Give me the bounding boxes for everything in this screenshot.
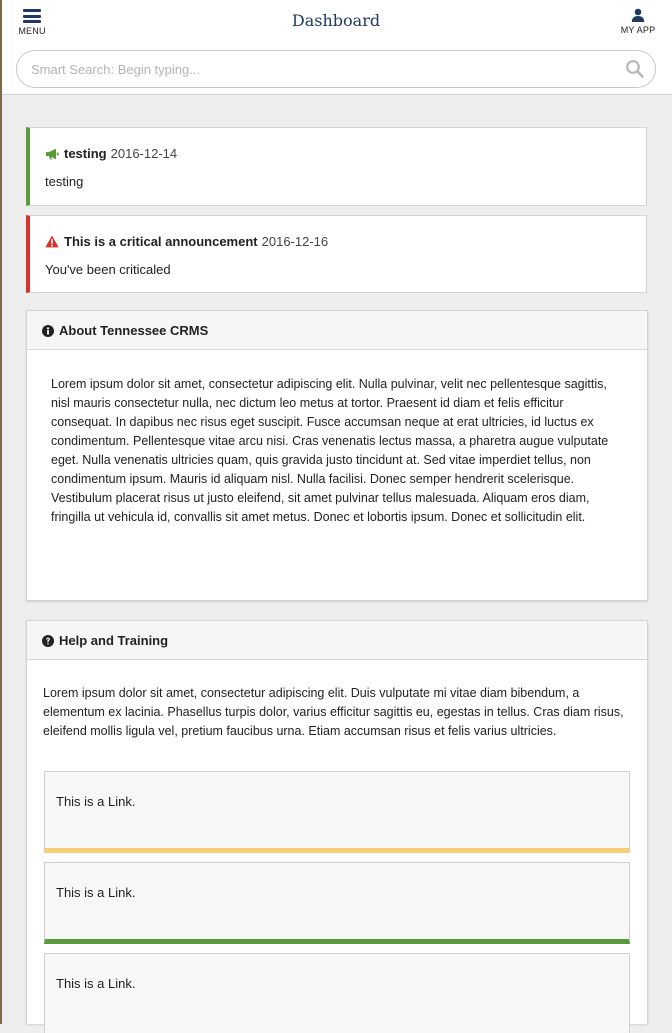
help-text: Lorem ipsum dolor sit amet, consectetur … — [43, 686, 624, 738]
search-input[interactable] — [31, 51, 611, 87]
help-link-label[interactable]: This is a Link. — [56, 976, 135, 991]
announcement-title: testing — [64, 146, 107, 161]
announcement-title: This is a critical announcement — [64, 234, 258, 249]
announcement-date: 2016-12-16 — [261, 234, 329, 249]
about-panel-header: About Tennessee CRMS — [27, 311, 647, 350]
info-circle-icon — [42, 325, 54, 337]
search-box — [16, 50, 656, 88]
help-panel-title: Help and Training — [59, 633, 169, 648]
search-icon[interactable] — [625, 59, 645, 79]
about-text: Lorem ipsum dolor sit amet, consectetur … — [51, 377, 609, 524]
warning-icon — [45, 235, 59, 248]
announcement-header: This is a critical announcement 2016-12-1… — [45, 234, 328, 249]
search-bar — [0, 44, 672, 95]
critical-announcement-card: This is a critical announcement 2016-12-1… — [26, 215, 647, 293]
help-panel: Help and Training Lorem ipsum dolor sit … — [26, 620, 648, 1033]
help-link-card[interactable]: This is a Link. — [44, 771, 630, 853]
announcement-header: testing 2016-12-14 — [45, 146, 177, 161]
user-icon — [631, 8, 645, 22]
help-link-label[interactable]: This is a Link. — [56, 794, 135, 809]
page-title: Dashboard — [291, 11, 381, 30]
menu-button[interactable]: MENU — [14, 7, 50, 41]
my-app-label: MY APP — [620, 25, 656, 35]
help-link-label[interactable]: This is a Link. — [56, 885, 135, 900]
announcement-date: 2016-12-14 — [110, 146, 178, 161]
window-edge — [0, 0, 2, 1024]
question-circle-icon — [42, 635, 54, 647]
help-link-card[interactable]: This is a Link. — [44, 953, 630, 1033]
about-panel-title: About Tennessee CRMS — [59, 323, 209, 338]
help-link-card[interactable]: This is a Link. — [44, 862, 630, 944]
app-header: MENU Dashboard MY APP — [0, 0, 672, 44]
announcement-message: testing — [45, 174, 84, 189]
menu-label: MENU — [18, 26, 46, 36]
announcement-message: You've been criticaled — [45, 262, 171, 277]
about-panel: About Tennessee CRMS Lorem ipsum dolor s… — [26, 310, 648, 601]
help-panel-header: Help and Training — [27, 621, 647, 660]
my-app-button[interactable]: MY APP — [618, 7, 658, 41]
hamburger-icon — [23, 9, 41, 23]
announcement-card: testing 2016-12-14 testing — [26, 127, 647, 206]
megaphone-icon — [46, 148, 59, 160]
